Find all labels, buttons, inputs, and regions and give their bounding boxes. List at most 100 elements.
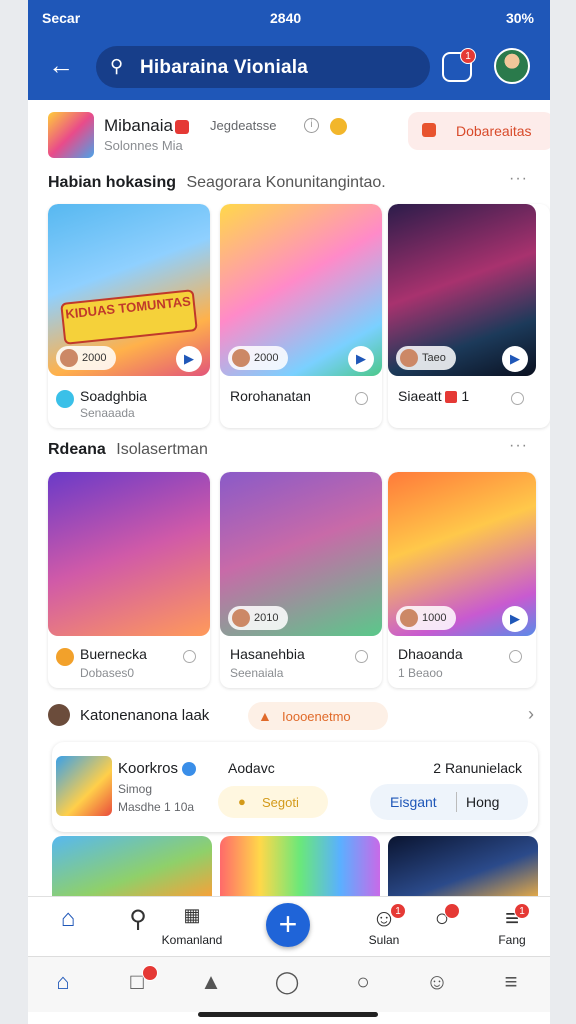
- channel-logo[interactable]: [48, 112, 94, 158]
- verified-badge-icon: [182, 762, 197, 777]
- view-count-pill: 2000: [56, 346, 117, 370]
- home-icon: ⌂: [60, 905, 76, 932]
- promo-right-label: 2 Ranunielack: [433, 760, 522, 776]
- promo-small-button[interactable]: ● Segoti: [218, 786, 328, 818]
- section-header: Habian hokasing Seagorara Konunitanginta…: [48, 170, 538, 196]
- video-thumbnail[interactable]: [388, 836, 538, 896]
- play-icon[interactable]: ▶: [348, 346, 374, 372]
- video-card[interactable]: 2010 Hasanehbia Seenaiala: [220, 472, 382, 688]
- promo-middle-label: Aodavc: [228, 760, 275, 776]
- avatar: [400, 349, 418, 367]
- carrier-label: Secar: [42, 10, 81, 26]
- search-icon: ⚲: [110, 56, 124, 76]
- channel-header: Mibanaia Solonnes Mia Jegdeatsse i Dobar…: [48, 110, 550, 160]
- featured-row[interactable]: Katonenanona laak ▲ Ioooenetmo ›: [48, 700, 538, 732]
- verified-badge-icon: [175, 119, 189, 134]
- view-count-pill: 2010: [228, 606, 289, 630]
- card-title: Soadghbia: [80, 388, 147, 404]
- segment-a[interactable]: Eisgant: [390, 794, 437, 810]
- more-options-icon[interactable]: ···: [509, 437, 528, 455]
- promo-line-2: Simog: [118, 782, 153, 796]
- avatar: [60, 349, 78, 367]
- card-title: Dhaoanda: [398, 646, 463, 662]
- channel-subtitle: Solonnes Mia: [104, 138, 183, 153]
- back-arrow-icon[interactable]: ←: [48, 52, 74, 78]
- video-card[interactable]: Taeo ▶ Siaeatt 1: [388, 204, 550, 428]
- featured-tag-button[interactable]: ▲ Ioooenetmo: [248, 702, 388, 730]
- home-icon[interactable]: ⌂: [48, 969, 78, 999]
- radio-icon[interactable]: [355, 650, 368, 663]
- card-title: Buernecka: [80, 646, 147, 662]
- tab-more[interactable]: ≡ Fang: [472, 905, 550, 953]
- play-icon[interactable]: ▶: [502, 346, 528, 372]
- section-title: Habian hokasing: [48, 174, 177, 191]
- radio-icon[interactable]: [355, 392, 368, 405]
- video-card[interactable]: Buernecka Dobases0: [48, 472, 210, 688]
- segment-divider: [456, 792, 457, 812]
- avatar: [232, 609, 250, 627]
- video-card[interactable]: KIDUAS TOMUNTAS 2000 ▶ Soadghbia Senaaad…: [48, 204, 210, 428]
- home-indicator: [198, 1012, 378, 1017]
- video-thumbnail[interactable]: [52, 836, 212, 896]
- featured-tag-label: Ioooenetmo: [282, 709, 351, 724]
- promo-thumbnail: [56, 756, 112, 816]
- card-title: Siaeatt 1: [398, 388, 470, 404]
- thumbnail-title-overlay: KIDUAS TOMUNTAS: [60, 289, 198, 345]
- explore-icon[interactable]: ◯: [272, 969, 302, 999]
- video-card[interactable]: 2000 ▶ Rorohanatan: [220, 204, 382, 428]
- card-subtitle: Seenaiala: [230, 666, 284, 680]
- more-options-icon[interactable]: ···: [509, 170, 528, 188]
- avatar: [400, 609, 418, 627]
- bottom-tab-bar: ⌂ ⚲ ▦ Komanland + ☺ Sulan 1 ○ ≡ Fang 1: [28, 896, 550, 956]
- radio-icon[interactable]: [183, 650, 196, 663]
- video-thumbnail[interactable]: [220, 836, 380, 896]
- avatar: [48, 704, 70, 726]
- view-count-pill: 2000: [228, 346, 289, 370]
- menu-icon[interactable]: ≡: [496, 969, 526, 999]
- tab-messages[interactable]: ○: [402, 905, 482, 953]
- chat-icon: ○: [434, 905, 450, 932]
- live-badge-icon: [445, 391, 458, 404]
- play-icon[interactable]: ▶: [502, 606, 528, 632]
- featured-title: Katonenanona laak: [80, 707, 210, 724]
- card-subtitle: Dobases0: [80, 666, 135, 680]
- library-icon[interactable]: ▲: [196, 969, 226, 999]
- grid-icon: ▦: [183, 905, 201, 925]
- channel-name: Mibanaia: [104, 116, 189, 136]
- nav-badge: [142, 965, 158, 981]
- section-subtitle: Isolasertman: [116, 441, 208, 458]
- search-query: Hibaraina Vioniala: [140, 57, 308, 78]
- bell-icon: ●: [238, 794, 246, 809]
- search-bar[interactable]: ⚲ Hibaraina Vioniala: [96, 46, 430, 88]
- card-subtitle: Senaaada: [80, 406, 135, 420]
- profile-avatar[interactable]: [494, 48, 530, 84]
- create-button[interactable]: +: [266, 903, 310, 947]
- segmented-control[interactable]: Eisgant Hong: [370, 784, 528, 820]
- gift-icon: [422, 123, 436, 137]
- card-title: Rorohanatan: [230, 388, 311, 404]
- notification-badge: 1: [460, 48, 476, 64]
- promo-card[interactable]: Koorkros Simog Masdhe 1 10a Aodavc ● Seg…: [52, 742, 538, 832]
- view-count-pill: 1000: [396, 606, 457, 630]
- channel-action-label: Dobareaitas: [456, 123, 532, 139]
- radio-icon[interactable]: [509, 650, 522, 663]
- section-subtitle: Seagorara Konunitangintao.: [186, 174, 386, 191]
- video-thumbnail: [48, 472, 210, 636]
- battery-level: 30%: [505, 10, 534, 26]
- tab-community[interactable]: ▦ Komanland: [152, 905, 232, 953]
- promo-name: Koorkros: [118, 760, 197, 777]
- card-subtitle: 1 Beaoo: [398, 666, 443, 680]
- menu-icon: ≡: [504, 905, 519, 932]
- messages-icon[interactable]: ○: [348, 969, 378, 999]
- info-icon[interactable]: i: [304, 118, 319, 133]
- radio-icon[interactable]: [511, 392, 524, 405]
- chevron-right-icon[interactable]: ›: [528, 704, 534, 725]
- channel-action-button[interactable]: Dobareaitas: [408, 112, 550, 150]
- play-icon[interactable]: ▶: [176, 346, 202, 372]
- tab-home[interactable]: ⌂: [28, 905, 108, 953]
- segment-b[interactable]: Hong: [466, 794, 499, 810]
- fire-icon: ▲: [258, 708, 272, 724]
- profile-icon[interactable]: ☺: [422, 969, 452, 999]
- section-header: Rdeana Isolasertman ···: [48, 437, 538, 463]
- video-card[interactable]: 1000 ▶ Dhaoanda 1 Beaoo: [388, 472, 536, 688]
